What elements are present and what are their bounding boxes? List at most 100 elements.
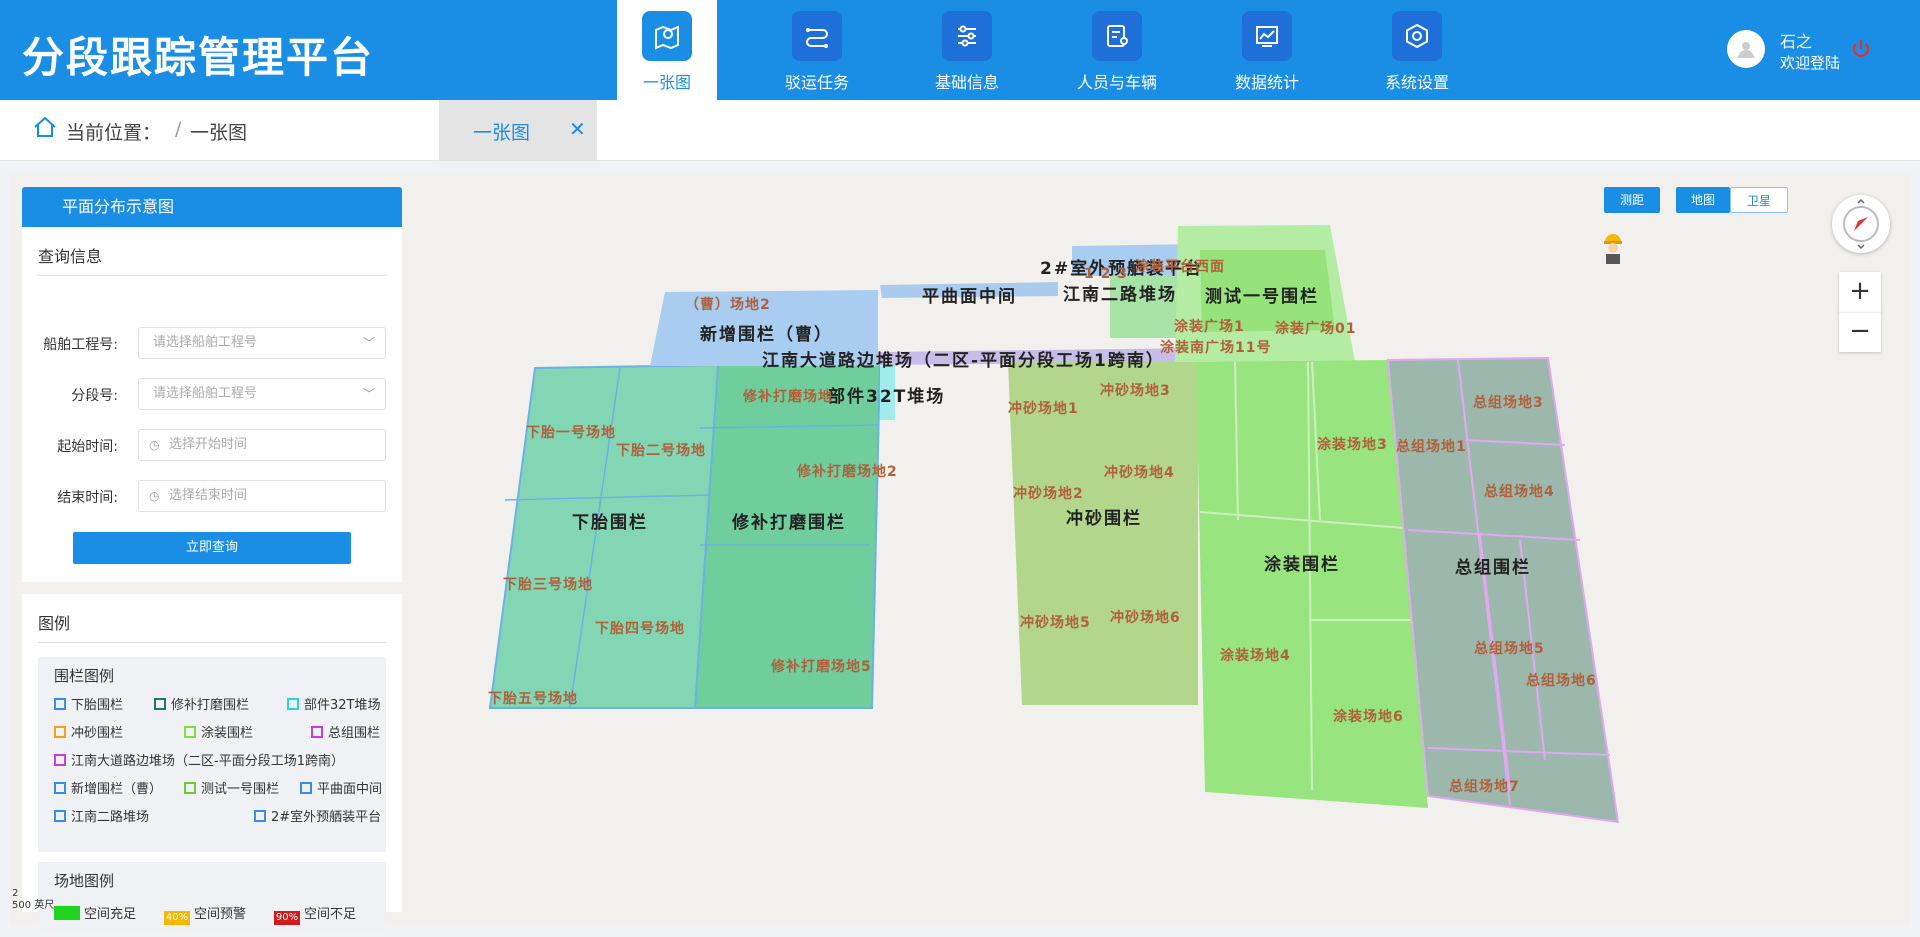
fence-legend-label: 2#室外预舾装平台	[271, 810, 382, 825]
fence-legend-item: 修补打磨围栏	[154, 694, 249, 713]
site-label[interactable]: 下胎四号场地	[595, 618, 685, 638]
nav-item-staff-vehicles[interactable]: 人员与车辆	[1067, 0, 1167, 100]
avatar[interactable]	[1727, 30, 1765, 68]
site-label[interactable]: 冲砂场地1	[1008, 398, 1079, 418]
zoom-out-button[interactable]: −	[1839, 312, 1881, 352]
fence-label[interactable]: 涂装围栏	[1264, 550, 1340, 575]
site-label[interactable]: 修补打磨场地5	[771, 656, 872, 676]
ship-placeholder: 请选择船舶工程号	[153, 335, 258, 350]
fence-xiatai[interactable]	[488, 363, 722, 709]
fence-legend-item: 总组围栏	[311, 722, 380, 741]
site-label[interactable]: 1 2 3	[1084, 266, 1128, 282]
site-label[interactable]: 冲砂场地5	[1020, 612, 1091, 632]
fence-label[interactable]: 江南二路堆场	[1063, 280, 1177, 305]
fence-legend-title: 围栏图例	[54, 667, 115, 685]
fence-swatch	[54, 754, 66, 766]
breadcrumb-separator: /	[175, 118, 182, 140]
worker-icon[interactable]	[1600, 230, 1626, 264]
site-label[interactable]: 总组场地6	[1526, 670, 1597, 690]
site-label[interactable]: 下胎二号场地	[616, 440, 706, 460]
fence-label[interactable]: 下胎围栏	[572, 508, 648, 533]
fence-label[interactable]: 冲砂围栏	[1066, 504, 1142, 529]
site-label[interactable]: 总组场地4	[1484, 481, 1555, 501]
route-icon	[792, 11, 842, 61]
site-label[interactable]: 总组场地5	[1474, 638, 1545, 658]
site-label[interactable]: 修补打磨场地2	[797, 461, 898, 481]
fence-label[interactable]: 总组围栏	[1455, 553, 1531, 578]
site-label[interactable]: 冲砂场地4	[1104, 462, 1175, 482]
sliders-icon	[942, 11, 992, 61]
nav-item-transport-tasks[interactable]: 驳运任务	[767, 0, 867, 100]
site-label[interactable]: 总组场地7	[1449, 776, 1520, 796]
fence-legend-item: 部件32T堆场	[287, 694, 380, 713]
app-title: 分段跟踪管理平台	[22, 33, 375, 82]
site-label[interactable]: 冲砂场地3	[1100, 380, 1171, 400]
nav-item-map[interactable]: 一张图	[617, 0, 717, 100]
tab-map[interactable]: 一张图 ✕	[439, 100, 597, 161]
site-legend-list: 空间充足 40% 空间预警 90% 空间不足	[54, 899, 370, 925]
end-time-input[interactable]: ◷ 选择结束时间	[138, 480, 386, 512]
start-time-input[interactable]: ◷ 选择开始时间	[138, 429, 386, 461]
nav-item-system-settings[interactable]: 系统设置	[1367, 0, 1467, 100]
fence-label[interactable]: 测试一号围栏	[1205, 282, 1319, 307]
segment-select[interactable]: 请选择船舶工程号 ﹀	[138, 378, 386, 410]
fence-legend-item: 下胎围栏	[54, 694, 123, 713]
fence-swatch	[54, 698, 66, 710]
power-icon[interactable]	[1850, 38, 1872, 60]
site-label[interactable]: （曹）场地2	[685, 294, 771, 314]
site-legend-label: 空间充足	[84, 907, 137, 922]
zoom-in-button[interactable]: +	[1839, 272, 1881, 312]
site-legend-title: 场地图例	[54, 872, 115, 890]
nav-item-basic-info[interactable]: 基础信息	[917, 0, 1017, 100]
site-label[interactable]: 涂装场地3	[1317, 434, 1388, 454]
fence-swatch	[300, 782, 312, 794]
site-label[interactable]: 下胎三号场地	[503, 574, 593, 594]
compass-icon[interactable]	[1832, 195, 1890, 253]
fence-legend-item: 涂装围栏	[184, 722, 253, 741]
site-label[interactable]: 涂装广场01	[1275, 318, 1356, 338]
query-button[interactable]: 立即查询	[73, 532, 351, 564]
close-icon[interactable]: ✕	[569, 117, 586, 141]
fence-label[interactable]: 新增围栏（曹）	[700, 320, 833, 345]
nav-item-statistics[interactable]: 数据统计	[1217, 0, 1317, 100]
site-label[interactable]: 涂装南广场11号	[1160, 337, 1271, 357]
fence-legend-label: 江南大道路边堆场（二区-平面分段工场1跨南）	[71, 754, 344, 769]
fence-label[interactable]: 修补打磨围栏	[732, 508, 846, 533]
measure-button[interactable]: 测距	[1604, 187, 1660, 213]
site-label[interactable]: 总组场地1	[1396, 436, 1467, 456]
site-label[interactable]: 总组场地3	[1473, 392, 1544, 412]
site-label[interactable]: 涂装场地4	[1220, 645, 1291, 665]
chevron-down-icon: ﹀	[362, 387, 375, 401]
fence-label[interactable]: 江南大道路边堆场（二区-平面分段工场1跨南）	[762, 346, 1165, 371]
fence-swatch	[54, 726, 66, 738]
site-legend: 场地图例 空间充足 40% 空间预警 90% 空间不足	[38, 862, 386, 931]
fence-swatch	[254, 810, 266, 822]
site-label[interactable]: 涂装场地6	[1333, 706, 1404, 726]
fence-legend-label: 总组围栏	[328, 726, 381, 741]
home-icon[interactable]	[32, 114, 58, 140]
site-label[interactable]: 冲砂场地2	[1013, 483, 1084, 503]
fence-legend-item: 平曲面中间	[300, 778, 382, 797]
site-label[interactable]: 冲砂场地6	[1110, 607, 1181, 627]
site-label[interactable]: 涂装平台西面	[1135, 256, 1225, 276]
fence-legend-label: 江南二路堆场	[71, 810, 150, 825]
breadcrumb-current: 一张图	[190, 122, 248, 144]
nav-label: 一张图	[642, 73, 691, 92]
satellite-button[interactable]: 卫星	[1730, 187, 1788, 213]
site-label[interactable]: 下胎五号场地	[488, 688, 578, 708]
legend-section-title: 图例	[38, 594, 386, 643]
end-label: 结束时间:	[57, 490, 118, 506]
site-label[interactable]: 涂装广场1	[1174, 316, 1245, 336]
nav-label: 数据统计	[1234, 73, 1299, 92]
clock-icon: ◷	[149, 489, 160, 503]
fence-legend-item: 2#室外预舾装平台	[254, 806, 381, 825]
map-type-button[interactable]: 地图	[1676, 187, 1730, 213]
site-label[interactable]: 下胎一号场地	[526, 422, 616, 442]
site-label[interactable]: 修补打磨场地	[743, 386, 833, 406]
site-legend-item: 空间充足	[54, 903, 136, 922]
fence-label[interactable]: 部件32T堆场	[828, 382, 945, 407]
site-legend-label: 空间预警	[194, 907, 247, 922]
fence-label[interactable]: 平曲面中间	[922, 282, 1017, 307]
chart-icon	[1242, 11, 1292, 61]
ship-select[interactable]: 请选择船舶工程号 ﹀	[138, 327, 386, 359]
